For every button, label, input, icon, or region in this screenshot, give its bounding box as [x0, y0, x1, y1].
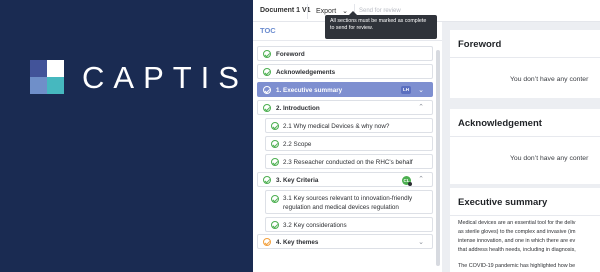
toc-subitem-2-2[interactable]: 2.2 Scope [265, 136, 433, 151]
captis-logo-icon [30, 60, 64, 94]
toc-subitem-3-2[interactable]: 3.2 Key considerations [265, 217, 433, 232]
toc-item-label-line2: regulation and medical devices regulatio… [283, 204, 399, 211]
section-card-foreword: Foreword You don’t have any conter [450, 30, 600, 98]
section-title: Acknowledgement [458, 118, 542, 129]
toc-item-label: 3. Key Criteria [276, 177, 319, 184]
empty-state-text: You don’t have any conter [510, 155, 589, 162]
section-card-acknowledgement: Acknowledgement You don’t have any conte… [450, 109, 600, 184]
body-text-line: Medical devices are an essential tool fo… [458, 220, 576, 226]
brand-name: CAPTIS [82, 60, 248, 95]
section-title: Foreword [458, 39, 502, 50]
toc-item-label: 2.2 Scope [283, 141, 312, 148]
user-avatar: CL [402, 176, 412, 186]
toc-item-label: 3.2 Key considerations [283, 222, 347, 229]
divider [450, 215, 600, 216]
content-panel: Foreword You don’t have any conter Ackno… [442, 22, 600, 272]
toc-scrollbar[interactable] [436, 50, 440, 266]
toc-item-label: 2.1 Why medical Devices & why now? [283, 123, 390, 130]
user-avatar: LH [401, 86, 411, 94]
body-text-line: The COVID-19 pandemic has highlighted ho… [458, 263, 576, 269]
toc-item-label-line1: 3.1 Key sources relevant to innovation-f… [283, 195, 413, 202]
check-circle-icon [263, 86, 271, 94]
toc-item-acknowledgements[interactable]: Acknowledgements [257, 64, 433, 79]
check-circle-icon [271, 122, 279, 130]
check-circle-icon [263, 50, 271, 58]
export-label: Export [316, 8, 337, 15]
toc-item-label: 2.3 Reseacher conducted on the RHC's beh… [283, 159, 413, 166]
check-circle-icon [271, 195, 279, 203]
chevron-down-icon[interactable]: ⌄ [418, 238, 424, 246]
send-review-tooltip: All sections must be marked as complete … [325, 11, 437, 39]
brand-panel: CAPTIS [0, 0, 253, 272]
check-circle-icon [271, 140, 279, 148]
body-text-line: that address health needs, including in … [458, 247, 576, 253]
toc-item-label: 2. Introduction [276, 105, 320, 112]
divider [253, 40, 442, 41]
toc-item-key-criteria[interactable]: 3. Key Criteria CL ⌃ [257, 172, 433, 187]
toc-item-foreword[interactable]: Foreword [257, 46, 433, 61]
toc-item-label: 1. Executive summary [276, 87, 343, 94]
toc-title: TOC [260, 26, 276, 35]
toc-item-label: 4. Key themes [276, 239, 319, 246]
divider [450, 57, 600, 58]
toc-item-label: Foreword [276, 51, 305, 58]
toc-item-label: Acknowledgements [276, 69, 336, 76]
document-name: Document 1 V1 [260, 7, 311, 14]
body-text-line: intense innovation, and one in which the… [458, 238, 576, 244]
toc-item-introduction[interactable]: 2. Introduction ⌃ [257, 100, 433, 115]
toc-item-key-themes[interactable]: 4. Key themes ⌄ [257, 234, 433, 249]
body-text-line: as sterile gloves) to the complex and in… [458, 229, 576, 235]
chevron-up-icon[interactable]: ⌃ [418, 175, 424, 183]
check-circle-icon [263, 104, 271, 112]
divider [450, 136, 600, 137]
check-circle-icon [263, 176, 271, 184]
toc-panel: TOC Foreword Acknowledgements 1. Executi… [253, 22, 442, 272]
check-circle-icon [271, 158, 279, 166]
section-title: Executive summary [458, 197, 548, 208]
app-window: Document 1 V1 Export ⌄ Send for review A… [253, 0, 600, 272]
toc-subitem-2-3[interactable]: 2.3 Reseacher conducted on the RHC's beh… [265, 154, 433, 169]
toc-item-executive-summary[interactable]: 1. Executive summary LH ⌄ [257, 82, 433, 97]
toc-subitem-2-1[interactable]: 2.1 Why medical Devices & why now? [265, 118, 433, 133]
check-circle-icon [263, 68, 271, 76]
check-circle-icon [263, 238, 271, 246]
check-circle-icon [271, 221, 279, 229]
chevron-up-icon[interactable]: ⌃ [418, 103, 424, 111]
chevron-down-icon[interactable]: ⌄ [418, 86, 424, 94]
section-card-executive-summary: Executive summary Medical devices are an… [450, 188, 600, 272]
toc-subitem-3-1[interactable]: 3.1 Key sources relevant to innovation-f… [265, 190, 433, 214]
empty-state-text: You don’t have any conter [510, 76, 589, 83]
